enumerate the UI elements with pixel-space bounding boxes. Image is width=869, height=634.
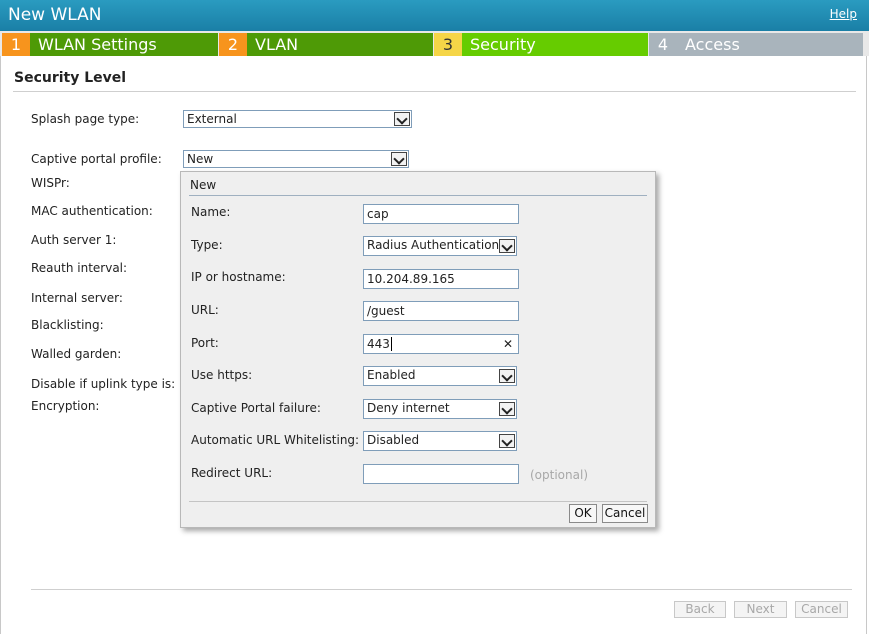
dialog-title: New xyxy=(190,178,217,192)
footer-divider xyxy=(31,589,852,590)
captive-portal-failure-label: Captive Portal failure: xyxy=(191,401,321,415)
section-title: Security Level xyxy=(14,70,127,86)
captive-portal-failure-select[interactable]: Deny internet xyxy=(363,399,517,419)
redirect-url-label: Redirect URL: xyxy=(191,466,273,480)
encryption-label: Encryption: xyxy=(31,399,100,413)
type-select[interactable]: Radius Authentication xyxy=(363,236,517,256)
auth-server-label: Auth server 1: xyxy=(31,233,117,247)
dialog-footer-divider xyxy=(189,501,647,502)
step-number: 4 xyxy=(649,33,677,56)
port-value: 443 xyxy=(367,337,390,351)
step-label: WLAN Settings xyxy=(38,35,157,54)
use-https-value: Enabled xyxy=(367,368,416,382)
blacklisting-label: Blacklisting: xyxy=(31,318,104,332)
step-label: VLAN xyxy=(255,35,299,54)
window-title: New WLAN xyxy=(8,5,102,25)
dialog-title-divider xyxy=(189,195,647,196)
url-label: URL: xyxy=(191,303,219,317)
chevron-down-icon[interactable] xyxy=(499,239,515,253)
chevron-down-icon[interactable] xyxy=(391,152,407,166)
type-value: Radius Authentication xyxy=(367,238,500,252)
wizard-steps: 1 WLAN Settings 2 VLAN 3 Security 4 Acce… xyxy=(0,31,869,56)
step-security[interactable]: 3 Security xyxy=(434,33,648,56)
help-link[interactable]: Help xyxy=(830,7,857,21)
name-label: Name: xyxy=(191,205,231,219)
url-whitelisting-value: Disabled xyxy=(367,433,420,447)
type-label: Type: xyxy=(191,238,223,252)
wispr-label: WISPr: xyxy=(31,176,70,190)
clear-icon[interactable]: ✕ xyxy=(503,335,513,353)
captive-portal-profile-select[interactable]: New xyxy=(183,150,409,168)
url-whitelisting-select[interactable]: Disabled xyxy=(363,431,517,451)
mac-authentication-label: MAC authentication: xyxy=(31,204,153,218)
step-number: 3 xyxy=(434,33,462,56)
cancel-wizard-button[interactable]: Cancel xyxy=(795,601,848,618)
use-https-select[interactable]: Enabled xyxy=(363,366,517,386)
redirect-url-hint: (optional) xyxy=(530,468,588,482)
reauth-interval-label: Reauth interval: xyxy=(31,261,128,275)
chevron-down-icon[interactable] xyxy=(394,112,410,126)
ip-hostname-input[interactable]: 10.204.89.165 xyxy=(363,269,519,289)
step-number: 2 xyxy=(219,33,247,56)
port-label: Port: xyxy=(191,336,219,350)
port-input[interactable]: 443 ✕ xyxy=(363,334,519,354)
splash-page-type-label: Splash page type: xyxy=(31,112,140,126)
step-vlan[interactable]: 2 VLAN xyxy=(219,33,433,56)
ok-button[interactable]: OK xyxy=(569,504,597,523)
splash-page-type-value: External xyxy=(187,112,237,126)
step-number: 1 xyxy=(2,33,30,56)
step-label: Security xyxy=(470,35,536,54)
new-captive-portal-dialog: New Name: cap Type: Radius Authenticatio… xyxy=(180,171,656,528)
disable-uplink-label: Disable if uplink type is: xyxy=(31,377,176,391)
captive-portal-profile-label: Captive portal profile: xyxy=(31,152,162,166)
captive-portal-profile-value: New xyxy=(187,152,214,166)
internal-server-label: Internal server: xyxy=(31,291,123,305)
walled-garden-label: Walled garden: xyxy=(31,347,122,361)
use-https-label: Use https: xyxy=(191,368,253,382)
chevron-down-icon[interactable] xyxy=(499,369,515,383)
chevron-down-icon[interactable] xyxy=(499,434,515,448)
next-button[interactable]: Next xyxy=(734,601,787,618)
title-bar: New WLAN Help xyxy=(0,0,869,31)
captive-portal-failure-value: Deny internet xyxy=(367,401,450,415)
url-input[interactable]: /guest xyxy=(363,301,519,321)
ip-hostname-label: IP or hostname: xyxy=(191,270,286,284)
section-divider xyxy=(13,91,856,92)
step-label: Access xyxy=(685,35,740,54)
redirect-url-input[interactable] xyxy=(363,464,519,484)
url-whitelisting-label: Automatic URL Whitelisting: xyxy=(191,433,360,447)
cancel-button[interactable]: Cancel xyxy=(602,504,648,523)
splash-page-type-select[interactable]: External xyxy=(183,110,412,128)
chevron-down-icon[interactable] xyxy=(499,402,515,416)
step-access[interactable]: 4 Access xyxy=(649,33,863,56)
step-wlan-settings[interactable]: 1 WLAN Settings xyxy=(2,33,218,56)
back-button[interactable]: Back xyxy=(674,601,726,618)
name-input[interactable]: cap xyxy=(363,204,519,224)
